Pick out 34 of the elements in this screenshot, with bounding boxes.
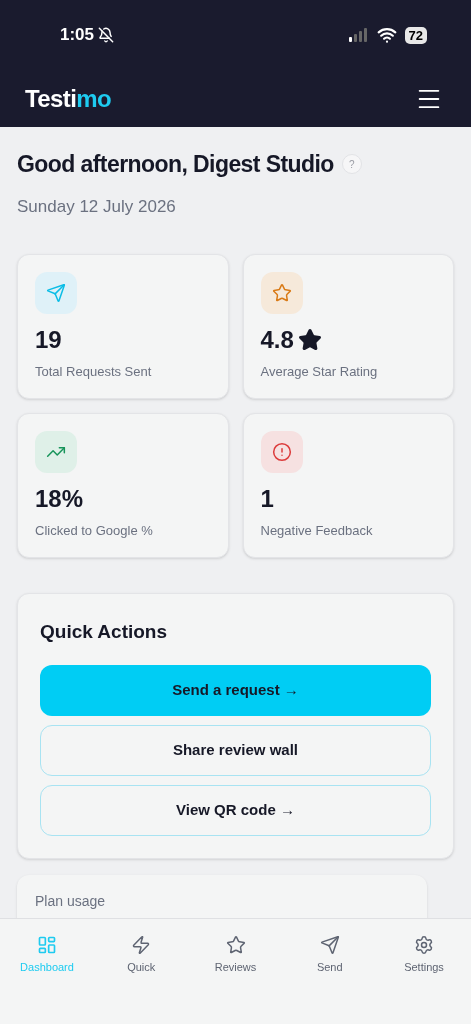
date-text: Sunday 12 July 2026 [17, 195, 177, 218]
quick-actions-title: Quick Actions [40, 620, 169, 644]
stat-label: Total Requests Sent [35, 363, 153, 381]
star-icon [225, 935, 246, 955]
stat-value: 19 [35, 326, 62, 354]
stat-value: 1 [260, 485, 274, 513]
grid-icon [37, 935, 57, 955]
action-button[interactable]: Send a request → [40, 664, 431, 716]
stat-label: Clicked to Google % [35, 522, 154, 540]
stat-label: Average Star Rating [260, 363, 379, 381]
plan-usage-title: Plan usage [35, 891, 107, 911]
send-icon [319, 935, 340, 955]
stat-label: Negative Feedback [260, 522, 374, 540]
settings-icon [414, 935, 434, 955]
lightning-icon [131, 935, 152, 955]
nav-tab[interactable]: Send [286, 935, 373, 977]
action-button[interactable]: Share review wall [40, 724, 431, 776]
muted-bell-icon [98, 27, 115, 43]
greeting-title: Good afternoon, Digest Studio [17, 150, 334, 179]
nav-tab[interactable]: Reviews [192, 935, 279, 977]
wifi-icon [376, 25, 397, 45]
nav-tab[interactable]: Quick [98, 935, 185, 977]
clock: 1:05 [60, 24, 95, 47]
nav-tab[interactable]: Settings [381, 935, 467, 977]
battery: 72 [404, 26, 427, 44]
action-button[interactable]: View QR code → [40, 784, 431, 836]
star-icon [297, 328, 322, 352]
app-logo: Testimo [25, 83, 112, 114]
stat-value: 18% [35, 485, 84, 513]
signal-icon [348, 28, 369, 42]
send-icon [46, 283, 66, 303]
alert-icon [271, 442, 292, 462]
star-icon [271, 283, 292, 303]
stat-value: 4.8 [260, 326, 294, 354]
